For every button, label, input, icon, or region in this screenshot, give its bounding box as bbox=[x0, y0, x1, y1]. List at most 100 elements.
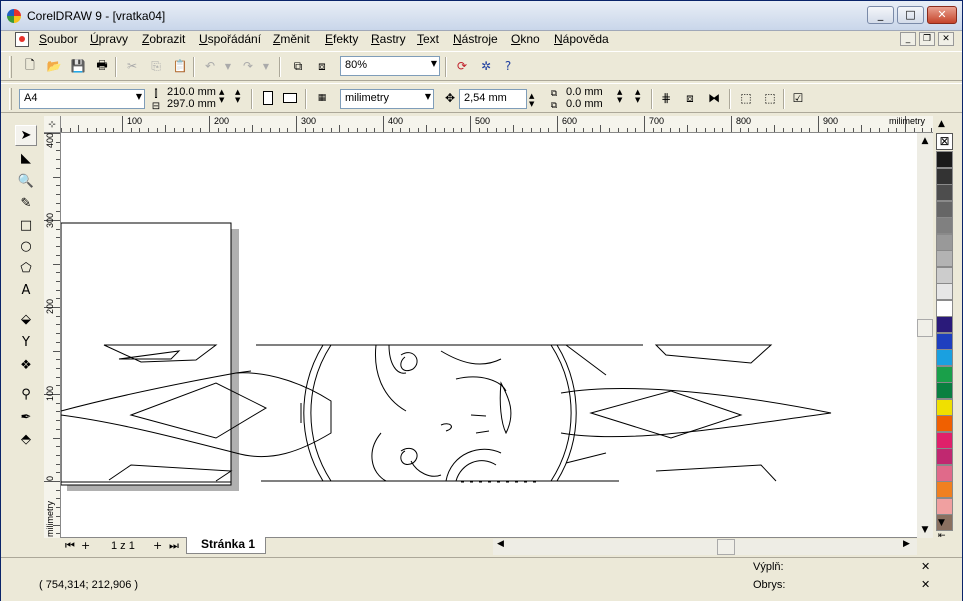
page-height-field[interactable]: 297.0 mm bbox=[167, 98, 216, 110]
vertical-ruler[interactable]: 400 300 200 100 0 milimetry bbox=[44, 133, 61, 538]
no-fill-swatch[interactable]: ⊠ bbox=[936, 133, 953, 150]
mdi-minimize-button[interactable]: _ bbox=[900, 32, 916, 46]
minimize-button[interactable]: _ bbox=[867, 6, 894, 24]
chevron-down-icon[interactable]: ▼ bbox=[136, 92, 142, 101]
draw-objects-icon[interactable]: ⬚ bbox=[761, 89, 779, 107]
dup-x-spinner[interactable]: ▲ ▼ bbox=[617, 88, 622, 104]
shape-tool-icon[interactable]: ◣ bbox=[15, 148, 37, 169]
drawing-canvas[interactable] bbox=[61, 133, 917, 538]
undo-dropdown-icon[interactable]: ▼ bbox=[219, 57, 237, 75]
interactive-blend-tool-icon[interactable]: ❖ bbox=[15, 355, 37, 376]
color-swatch[interactable] bbox=[936, 316, 953, 333]
duplicate-x-field[interactable]: 0.0 mm bbox=[566, 86, 603, 98]
color-swatch[interactable] bbox=[936, 184, 953, 201]
color-swatch[interactable] bbox=[936, 497, 953, 515]
nudge-spinner[interactable]: ▲ ▼ bbox=[529, 92, 534, 108]
color-swatch[interactable] bbox=[936, 415, 953, 432]
text-tool-icon[interactable]: A bbox=[15, 280, 37, 301]
menu-zobrazit[interactable]: Zobrazit bbox=[142, 32, 185, 46]
page-size-combo[interactable]: A4 ▼ bbox=[19, 89, 145, 109]
color-swatch[interactable] bbox=[936, 382, 953, 399]
interactive-transparency-tool-icon[interactable]: Y bbox=[15, 332, 37, 353]
menu-upravy[interactable]: Úpravy bbox=[90, 32, 128, 46]
color-swatch[interactable] bbox=[936, 283, 953, 300]
nudge-field[interactable]: 2,54 mm bbox=[459, 89, 527, 109]
document-icon[interactable] bbox=[15, 32, 29, 47]
horizontal-scrollbar[interactable]: ◀ ▶ bbox=[493, 539, 917, 555]
cut-icon[interactable]: ✂ bbox=[123, 57, 141, 75]
color-swatch[interactable] bbox=[936, 266, 953, 284]
menu-usporadani[interactable]: Uspořádání bbox=[199, 32, 261, 46]
interactive-fill-tool-icon[interactable]: ⬙ bbox=[15, 309, 37, 330]
options-checklist-icon[interactable]: ☑ bbox=[789, 89, 807, 107]
menu-nastroje[interactable]: Nástroje bbox=[453, 32, 498, 46]
first-page-icon[interactable]: ⏮ bbox=[65, 539, 75, 553]
color-swatch[interactable] bbox=[936, 250, 953, 267]
palette-expand-icon[interactable]: ⇤ bbox=[938, 531, 946, 541]
menu-efekty[interactable]: Efekty bbox=[325, 32, 358, 46]
import-icon[interactable]: ⧉ bbox=[289, 57, 307, 75]
coreldraw-app-icon[interactable] bbox=[7, 9, 21, 23]
dup-y-spinner[interactable]: ▲ ▼ bbox=[635, 88, 640, 104]
paste-icon[interactable]: 📋 bbox=[171, 57, 189, 75]
maximize-button[interactable]: □ bbox=[897, 6, 924, 24]
print-icon[interactable]: 🖶 bbox=[93, 57, 111, 75]
palette-scroll-up-icon[interactable]: ▲ bbox=[938, 119, 945, 129]
toolbar-grip[interactable] bbox=[9, 56, 12, 78]
color-swatch[interactable] bbox=[936, 167, 953, 185]
redo-icon[interactable]: ↷ bbox=[239, 57, 257, 75]
whats-this-help-icon[interactable]: ? bbox=[499, 57, 517, 75]
color-swatch[interactable] bbox=[936, 448, 953, 465]
page-width-field[interactable]: 210.0 mm bbox=[167, 86, 216, 98]
menu-rastry[interactable]: Rastry bbox=[371, 32, 406, 46]
color-swatch[interactable] bbox=[936, 365, 953, 383]
outline-tool-icon[interactable]: ✒ bbox=[15, 407, 37, 428]
units-combo[interactable]: milimetry ▼ bbox=[340, 89, 434, 109]
color-swatch[interactable] bbox=[936, 481, 953, 498]
add-page-after-icon[interactable]: + bbox=[153, 539, 162, 552]
menu-soubor[interactable]: Soubor bbox=[39, 32, 78, 46]
snap-to-objects-icon[interactable]: ⧓ bbox=[705, 89, 723, 107]
mdi-close-button[interactable]: ✕ bbox=[938, 32, 954, 46]
snap-to-grid-icon[interactable]: ⋕ bbox=[657, 89, 675, 107]
layout-icon[interactable]: ▦ bbox=[313, 89, 331, 107]
menu-text[interactable]: Text bbox=[417, 32, 439, 46]
color-swatch[interactable] bbox=[936, 299, 953, 317]
color-swatch[interactable] bbox=[936, 200, 953, 218]
duplicate-y-field[interactable]: 0.0 mm bbox=[566, 98, 603, 110]
width-spinner[interactable]: ▲ ▼ bbox=[219, 88, 224, 104]
rectangle-tool-icon[interactable]: □ bbox=[15, 215, 37, 236]
treat-as-filled-icon[interactable]: ⬚ bbox=[737, 89, 755, 107]
snap-to-guidelines-icon[interactable]: ⧈ bbox=[681, 89, 699, 107]
corel-online-icon[interactable]: ✲ bbox=[477, 57, 495, 75]
chevron-down-icon[interactable]: ▼ bbox=[425, 92, 431, 101]
add-page-before-icon[interactable]: + bbox=[81, 539, 90, 552]
title-bar[interactable]: CorelDRAW 9 - [vratka04] _ □ ✕ bbox=[1, 1, 962, 31]
color-swatch[interactable] bbox=[936, 233, 953, 251]
horizontal-ruler[interactable]: 100 200 300 400 500 600 700 800 900 mili… bbox=[61, 116, 933, 133]
height-spinner[interactable]: ▲ ▼ bbox=[235, 88, 240, 104]
open-folder-icon[interactable]: 📂 bbox=[45, 57, 63, 75]
scroll-thumb[interactable] bbox=[917, 319, 933, 337]
landscape-orientation-icon[interactable] bbox=[281, 89, 299, 107]
zoom-tool-icon[interactable]: 🔍 bbox=[15, 171, 37, 192]
new-document-icon[interactable]: 🗋 bbox=[21, 57, 39, 75]
fill-none-icon[interactable]: ✕ bbox=[921, 560, 930, 573]
ellipse-tool-icon[interactable]: ○ bbox=[15, 236, 37, 257]
scroll-down-icon[interactable]: ▼ bbox=[917, 522, 933, 538]
export-icon[interactable]: ⧈ bbox=[313, 57, 331, 75]
pick-tool-icon[interactable]: ➤ bbox=[15, 125, 37, 146]
scroll-up-icon[interactable]: ▲ bbox=[917, 133, 933, 149]
color-swatch[interactable] bbox=[936, 431, 953, 449]
outline-none-icon[interactable]: ✕ bbox=[921, 578, 930, 591]
color-swatch[interactable] bbox=[936, 332, 953, 350]
undo-icon[interactable]: ↶ bbox=[201, 57, 219, 75]
save-icon[interactable]: 💾 bbox=[69, 57, 87, 75]
zoom-combo[interactable]: 80% ▼ bbox=[340, 56, 440, 76]
color-swatch[interactable] bbox=[936, 398, 953, 416]
eyedropper-tool-icon[interactable]: ⚲ bbox=[15, 384, 37, 405]
page-tab-stranka-1[interactable]: Stránka 1 bbox=[186, 537, 266, 554]
redo-dropdown-icon[interactable]: ▼ bbox=[257, 57, 275, 75]
freehand-tool-icon[interactable]: ✎ bbox=[15, 193, 37, 214]
copy-icon[interactable]: ⎘ bbox=[147, 57, 165, 75]
